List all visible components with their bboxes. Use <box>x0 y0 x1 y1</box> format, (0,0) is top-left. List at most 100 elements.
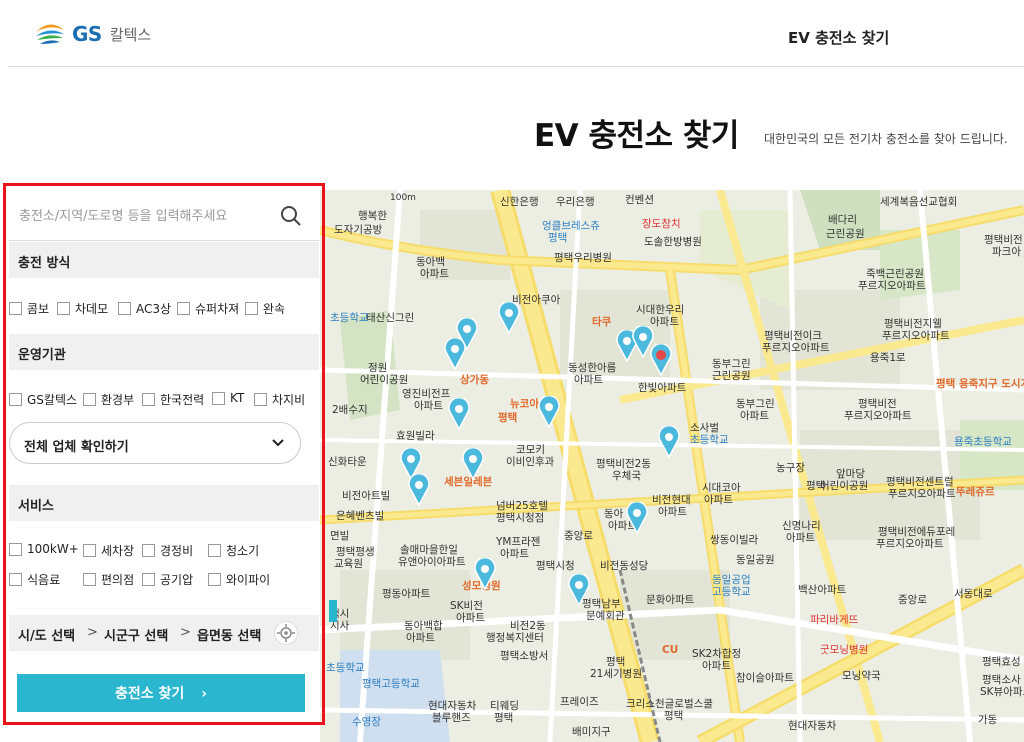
map-label: 현대자동차 <box>428 700 477 712</box>
sigungu-select[interactable]: 시군구 선택 <box>104 625 168 644</box>
checkbox-100kw[interactable]: 100kW+ <box>9 542 79 556</box>
map-label: 평택 <box>494 712 514 724</box>
ev-station-pin-icon[interactable] <box>626 502 648 534</box>
map-label: 행정복지센터 <box>486 632 544 644</box>
current-location-icon[interactable] <box>274 621 298 645</box>
checkbox-label: 콤보 <box>27 302 50 316</box>
checkbox-label: 와이파이 <box>226 573 271 587</box>
ev-station-pin-icon[interactable] <box>474 558 496 590</box>
ev-station-pin-icon[interactable] <box>650 344 672 376</box>
sido-select[interactable]: 시/도 선택 <box>18 625 75 644</box>
map-label: 중앙로 <box>898 594 927 606</box>
checkbox-label: 세차장 <box>101 544 135 558</box>
map-label: 평동아파트 <box>382 588 431 600</box>
ev-station-pin-icon[interactable] <box>462 448 484 480</box>
checkbox-box[interactable] <box>208 544 221 557</box>
ev-station-pin-icon[interactable] <box>444 338 466 370</box>
checkbox-chademo[interactable]: 차데모 <box>57 300 108 317</box>
ev-station-pin-icon[interactable] <box>408 474 430 506</box>
checkbox-slow[interactable]: 완속 <box>245 300 285 317</box>
map-label: 동일공원 <box>736 554 775 566</box>
checkbox-carwash[interactable]: 세차장 <box>83 542 134 559</box>
ev-station-pin-icon[interactable] <box>448 398 470 430</box>
find-station-button[interactable]: 충전소 찾기 › <box>17 674 305 712</box>
checkbox-box[interactable] <box>83 393 96 406</box>
checkbox-chargev[interactable]: 차지비 <box>254 391 305 408</box>
gs-caltex-logo[interactable]: GS 칼텍스 <box>34 20 151 48</box>
all-operators-dropdown[interactable]: 전체 업체 확인하기 <box>9 422 301 464</box>
checkbox-food[interactable]: 식음료 <box>9 571 60 588</box>
map-label: 시대코아 <box>702 482 741 494</box>
map-label: 푸르지오아파트 <box>858 280 926 292</box>
nav-ev-station[interactable]: EV 충전소 찾기 <box>788 27 889 48</box>
map-label: 죽백근린공원 <box>866 268 924 280</box>
map-label: 21세기병원 <box>590 668 643 680</box>
map-label: 수영장 <box>352 716 381 728</box>
search-icon[interactable] <box>279 204 303 228</box>
checkbox-label: 편의점 <box>101 573 135 587</box>
checkbox-combo[interactable]: 콤보 <box>9 300 49 317</box>
map-label: 아파트 <box>420 268 449 280</box>
map-label: 굿모닝병원 <box>820 644 869 656</box>
ev-station-pin-icon[interactable] <box>568 574 590 606</box>
checkbox-box[interactable] <box>83 573 96 586</box>
checkbox-kepco[interactable]: 한국전력 <box>142 391 204 408</box>
checkbox-box[interactable] <box>212 391 225 405</box>
map-label: 아파트 <box>786 532 815 544</box>
checkbox-box[interactable] <box>9 393 22 406</box>
checkbox-box[interactable] <box>142 544 155 557</box>
checkbox-box[interactable] <box>254 393 267 406</box>
map-view[interactable]: 100m 신한은행 우리은행 컨벤션 세계복음선교협회 배다리 근린공원 행복한… <box>320 190 1024 742</box>
checkbox-env-ministry[interactable]: 환경부 <box>83 391 134 408</box>
map-label: 농구장 <box>776 462 805 474</box>
ev-station-pin-icon[interactable] <box>498 302 520 334</box>
section-service: 서비스 <box>9 485 319 521</box>
checkbox-box[interactable] <box>142 393 155 406</box>
checkbox-box[interactable] <box>9 573 22 586</box>
map-label: 비전동성당 <box>600 560 649 572</box>
map-label: 2배수지 <box>332 404 368 416</box>
map-label: 평택비전 <box>984 234 1023 246</box>
checkbox-air-pressure[interactable]: 공기압 <box>142 571 193 588</box>
ev-station-pin-icon[interactable] <box>538 396 560 428</box>
map-label: 문화아파트 <box>646 594 695 606</box>
panel-collapse-tab[interactable] <box>329 600 337 622</box>
page-title: EV 충전소 찾기 <box>534 118 739 154</box>
map-label: 아파트 <box>740 410 769 422</box>
checkbox-box[interactable] <box>208 573 221 586</box>
checkbox-box[interactable] <box>142 573 155 586</box>
map-label: SK뷰아파트 <box>980 686 1024 698</box>
search-box <box>9 190 319 241</box>
checkbox-box[interactable] <box>245 302 258 315</box>
checkbox-ac3[interactable]: AC3상 <box>118 300 171 317</box>
chevron-down-icon <box>272 439 284 447</box>
checkbox-box[interactable] <box>177 302 190 315</box>
map-label: 아파트 <box>500 548 529 560</box>
map-label: 평택비전에듀포레 <box>878 526 956 538</box>
checkbox-vacuum[interactable]: 청소기 <box>208 542 259 559</box>
site-header: GS 칼텍스 EV 충전소 찾기 <box>0 0 1024 68</box>
map-label: 비전현대 <box>652 494 691 506</box>
checkbox-box[interactable] <box>83 544 96 557</box>
checkbox-wifi[interactable]: 와이파이 <box>208 571 270 588</box>
checkbox-label: 차데모 <box>75 302 109 316</box>
checkbox-box[interactable] <box>118 302 131 315</box>
checkbox-box[interactable] <box>57 302 70 315</box>
map-label: 솔매마을한일 <box>400 544 458 556</box>
checkbox-convenience-store[interactable]: 편의점 <box>83 571 134 588</box>
checkbox-kt[interactable]: KT <box>212 391 244 405</box>
section-title: 서비스 <box>18 499 54 514</box>
checkbox-supercharger[interactable]: 슈퍼차져 <box>177 300 239 317</box>
map-label: 교육원 <box>334 558 363 570</box>
eupmyeondong-select[interactable]: 읍면동 선택 <box>197 625 261 644</box>
map-label: 평택 <box>498 412 518 424</box>
map-label: 평택 <box>806 480 826 492</box>
checkbox-box[interactable] <box>9 542 22 556</box>
ev-station-pin-icon[interactable] <box>658 426 680 458</box>
page-subtitle: 대한민국의 모든 전기차 충전소를 찾아 드립니다. <box>764 132 1008 146</box>
checkbox-gscaltex[interactable]: GS칼텍스 <box>9 391 77 408</box>
checkbox-maintenance[interactable]: 경정비 <box>142 542 193 559</box>
map-label: 문예회관 <box>586 610 625 622</box>
search-input[interactable] <box>17 204 266 228</box>
checkbox-box[interactable] <box>9 302 22 315</box>
